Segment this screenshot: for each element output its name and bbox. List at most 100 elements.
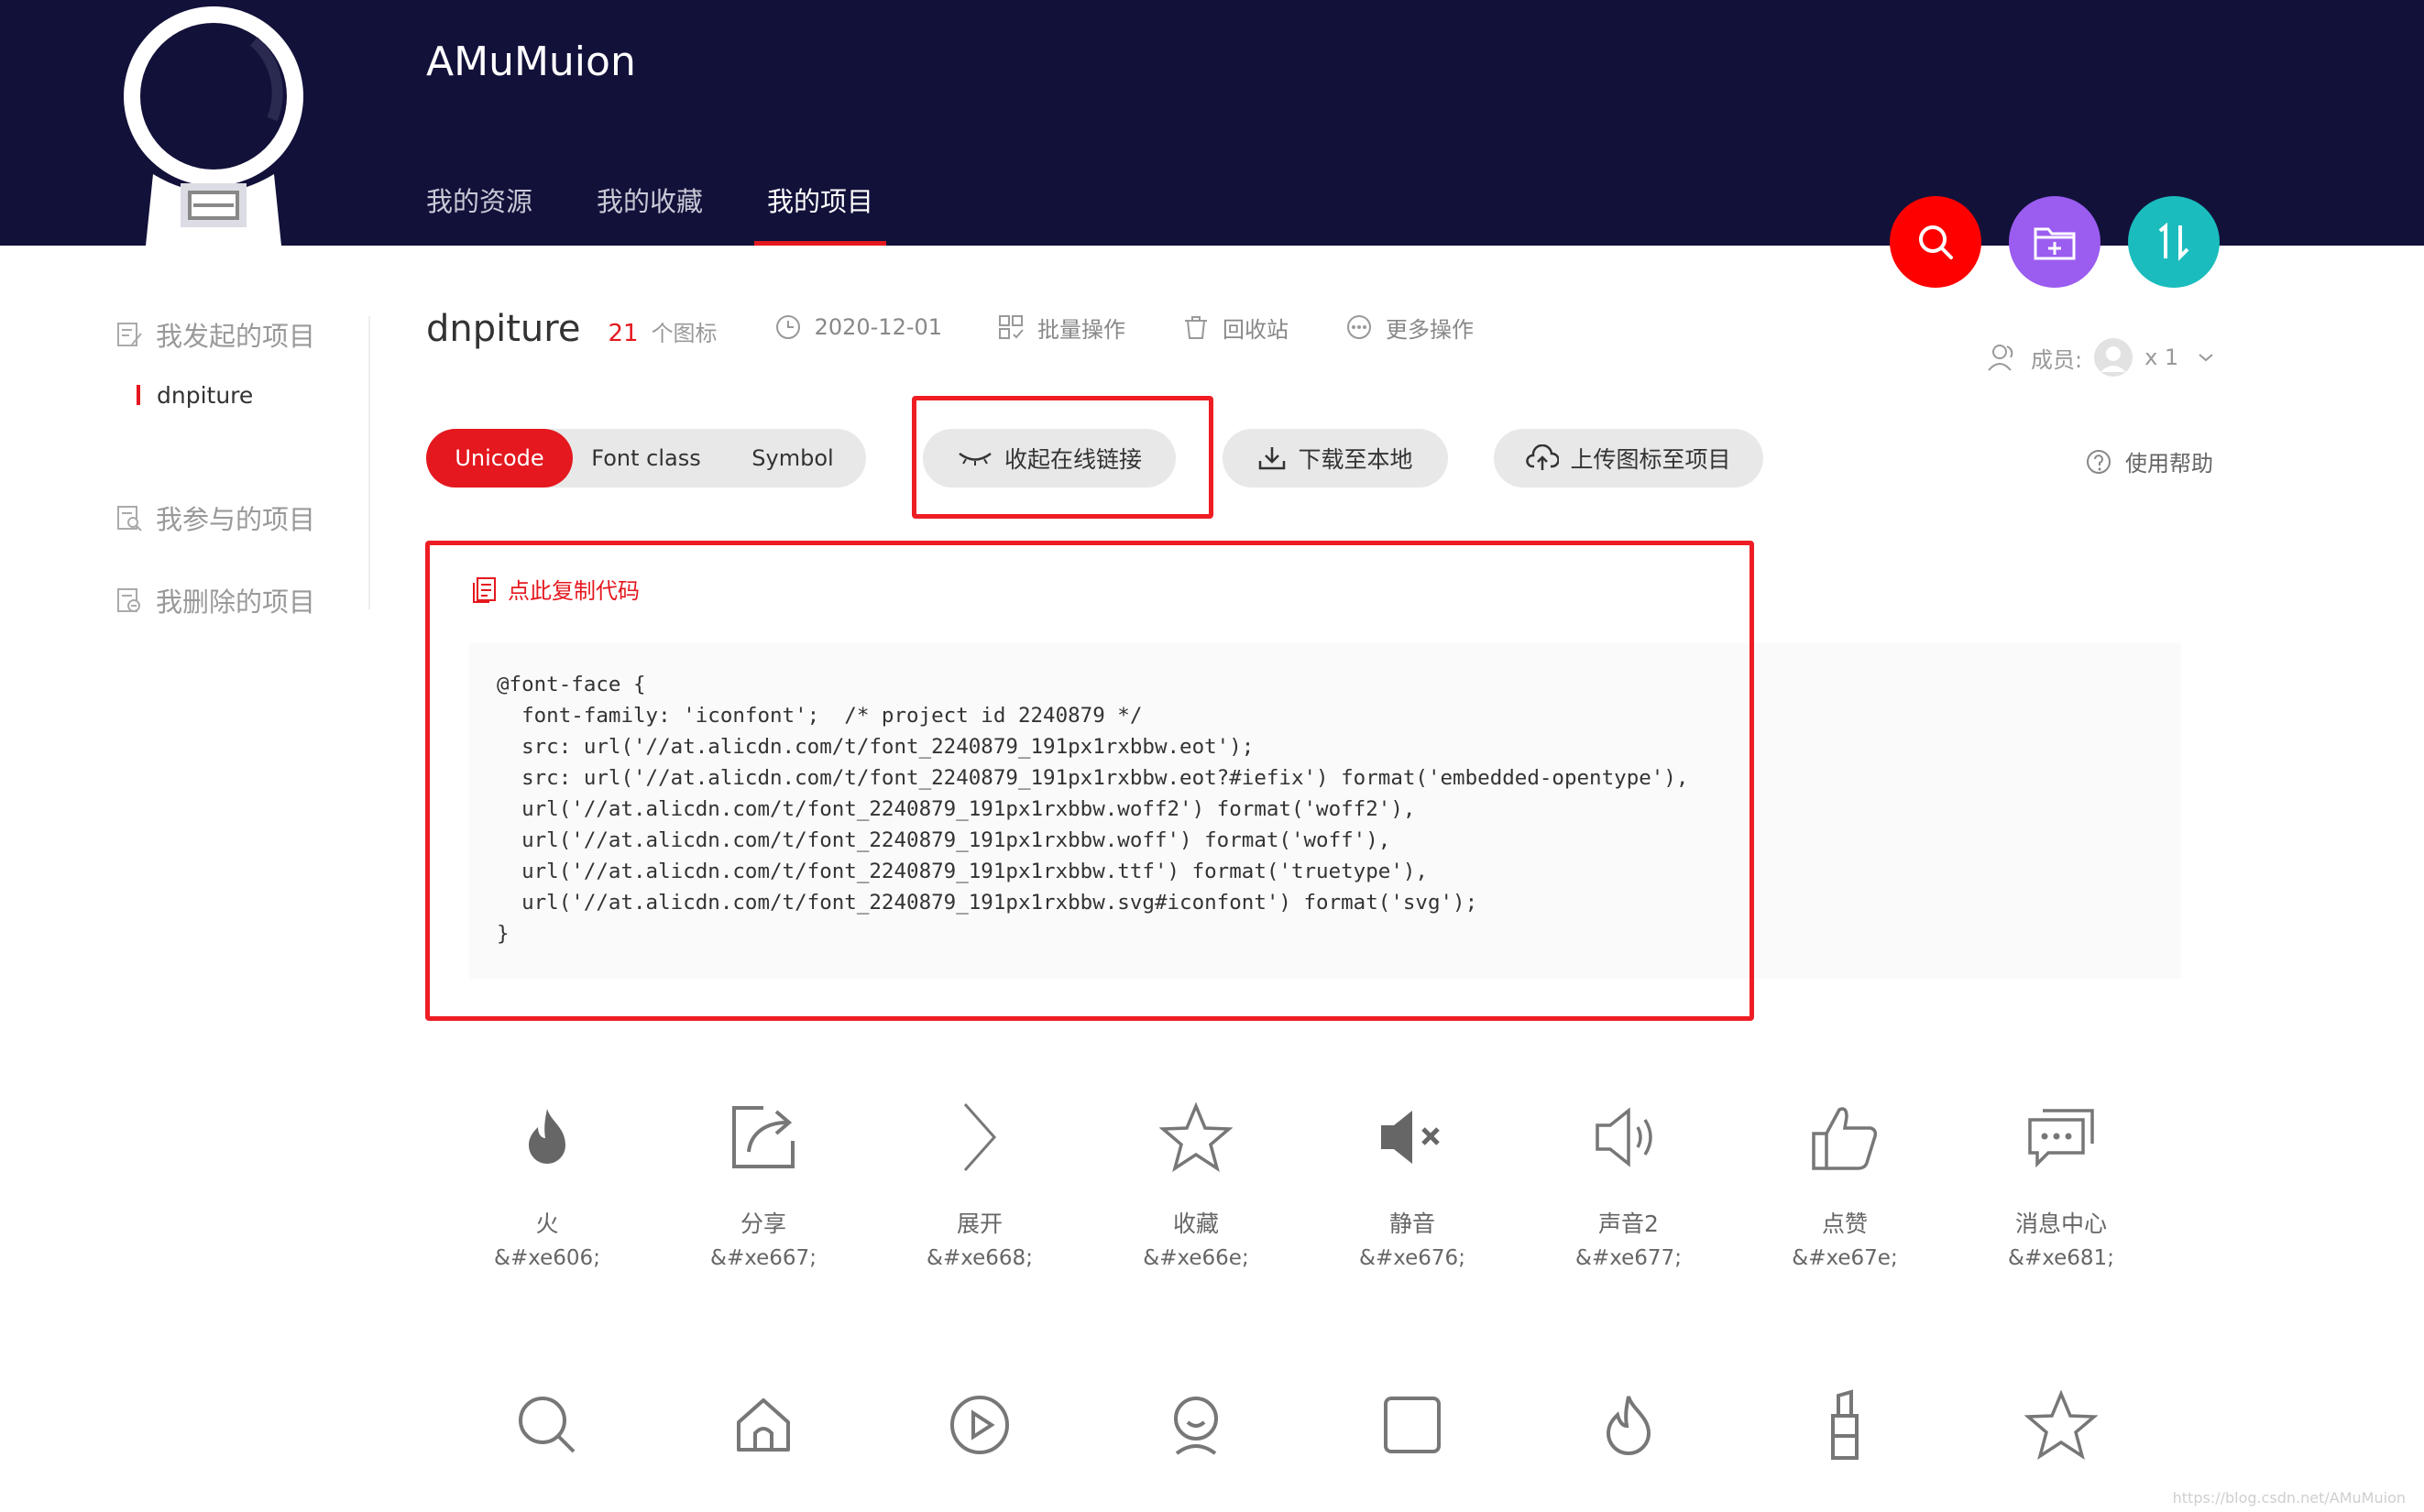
recycle-bin-label: 回收站 [1223,316,1289,343]
project-header: dnpiture 21 个图标 2020-12-01 批量操作 回收站 更多操作 [426,308,1474,363]
icon-card[interactable] [1091,1375,1301,1475]
nav-my-projects[interactable]: 我的项目 [754,181,887,246]
chevron-down-icon [2199,354,2213,362]
search-button[interactable] [1890,196,1981,288]
icon-code: &#xe606; [494,1246,600,1270]
icon-card[interactable]: 收藏 &#xe66e; [1091,1087,1301,1270]
mute-icon [1381,1111,1440,1164]
square-icon [1384,1397,1441,1453]
project-date: 2020-12-01 [774,313,942,341]
lipstick-icon [1831,1389,1859,1460]
icon-card[interactable]: 声音2 &#xe677; [1523,1087,1734,1270]
icon-card[interactable] [874,1375,1085,1475]
sound-icon [1596,1107,1652,1167]
sidebar: 我发起的项目 dnpiture 我参与的项目 我删除的项目 [115,312,363,623]
nav-my-resources[interactable]: 我的资源 [426,181,532,246]
sidebar-item-started[interactable]: 我发起的项目 [115,312,363,357]
sidebar-divider [368,316,370,609]
icon-card[interactable] [1523,1375,1734,1475]
members-label: 成员: [2031,346,2083,373]
share-icon [732,1106,795,1168]
member-icon [1988,345,2013,371]
icon-card[interactable] [442,1375,653,1475]
help-label: 使用帮助 [2125,451,2213,477]
icon-name: 火 [535,1211,559,1237]
tab-symbol[interactable]: Symbol [719,429,866,488]
icon-name: 点赞 [1821,1211,1868,1237]
message-icon [2028,1109,2094,1168]
main-nav: 我的资源 我的收藏 我的项目 [426,181,938,246]
grid-icon [999,315,1024,339]
trash-icon [1185,316,1208,339]
site-title[interactable]: AMuMuion [426,38,636,85]
members-dropdown[interactable]: 成员: x 1 [1987,337,2217,378]
chevron-right-icon [963,1103,997,1171]
icon-count-unit: 个图标 [651,321,718,346]
recycle-bin-button[interactable]: 回收站 [1182,312,1289,344]
astronaut-avatar-icon[interactable] [116,0,311,246]
code-type-tabs: Unicode Font class Symbol [426,429,866,488]
sidebar-label-deleted: 我删除的项目 [156,586,316,618]
icon-card[interactable]: 分享 &#xe667; [658,1087,869,1270]
upload-label: 上传图标至项目 [1570,446,1731,473]
icon-card[interactable]: 火 &#xe606; [442,1087,653,1270]
deleted-doc-icon [117,588,140,612]
tab-font-class[interactable]: Font class [573,429,719,488]
icon-card[interactable]: 点赞 &#xe67e; [1739,1087,1950,1270]
sort-icon [2158,222,2189,261]
icon-name: 分享 [740,1211,786,1237]
search-icon [519,1397,576,1453]
icon-card[interactable]: 静音 &#xe676; [1307,1087,1518,1270]
project-date-label: 2020-12-01 [814,314,943,340]
icon-card[interactable] [1739,1375,1950,1475]
icon-card[interactable]: 展开 &#xe668; [874,1087,1085,1270]
search-icon [1919,225,1953,259]
thumbs-up-icon [1812,1107,1878,1170]
member-avatar-icon [2094,338,2133,377]
icon-name: 声音2 [1598,1211,1659,1237]
tab-unicode[interactable]: Unicode [426,429,573,488]
active-indicator [137,385,140,405]
watermark: https://blog.csdn.net/AMuMuion [2172,1489,2406,1507]
icon-code: &#xe66e; [1143,1246,1249,1270]
icon-card[interactable] [1956,1375,2166,1475]
icon-name: 收藏 [1172,1211,1219,1237]
clock-icon [775,315,800,339]
cloud-upload-icon [1526,444,1560,470]
icon-code: &#xe681; [2008,1246,2114,1270]
icon-code: &#xe676; [1359,1246,1465,1270]
nav-my-favorites[interactable]: 我的收藏 [597,181,703,246]
icon-card[interactable] [658,1375,869,1475]
batch-ops-label: 批量操作 [1037,316,1126,343]
help-link[interactable]: 使用帮助 [2085,445,2213,477]
sidebar-item-joined[interactable]: 我参与的项目 [115,495,363,541]
upload-button[interactable]: 上传图标至项目 [1494,429,1763,488]
download-button[interactable]: 下载至本地 [1223,429,1448,488]
more-icon [1347,315,1372,339]
add-folder-icon [2034,227,2076,260]
sidebar-label-started: 我发起的项目 [156,321,316,352]
project-name: dnpiture [426,308,581,350]
icon-code: &#xe667; [710,1246,817,1270]
home-icon [737,1398,790,1452]
icon-card[interactable] [1307,1375,1518,1475]
batch-ops-button[interactable]: 批量操作 [997,312,1125,344]
icon-name: 静音 [1388,1211,1435,1237]
more-ops-button[interactable]: 更多操作 [1345,312,1474,344]
sidebar-item-deleted[interactable]: 我删除的项目 [115,577,363,623]
icon-card[interactable]: 消息中心 &#xe681; [1956,1087,2166,1270]
download-icon [1259,447,1286,470]
star-icon [1159,1101,1233,1172]
highlight-box-collapse [912,396,1213,519]
user-icon [1174,1397,1218,1455]
edit-doc-icon [117,323,142,346]
icon-code: &#xe67e; [1792,1246,1898,1270]
sidebar-sub-project[interactable]: dnpiture [137,372,363,418]
add-folder-button[interactable] [2009,196,2100,288]
search-doc-icon [117,506,142,531]
highlight-box-code [425,541,1754,1021]
icon-code: &#xe677; [1575,1246,1682,1270]
star-outline-icon [2024,1389,2098,1460]
sort-button[interactable] [2128,196,2220,288]
sidebar-label-joined: 我参与的项目 [156,504,316,535]
